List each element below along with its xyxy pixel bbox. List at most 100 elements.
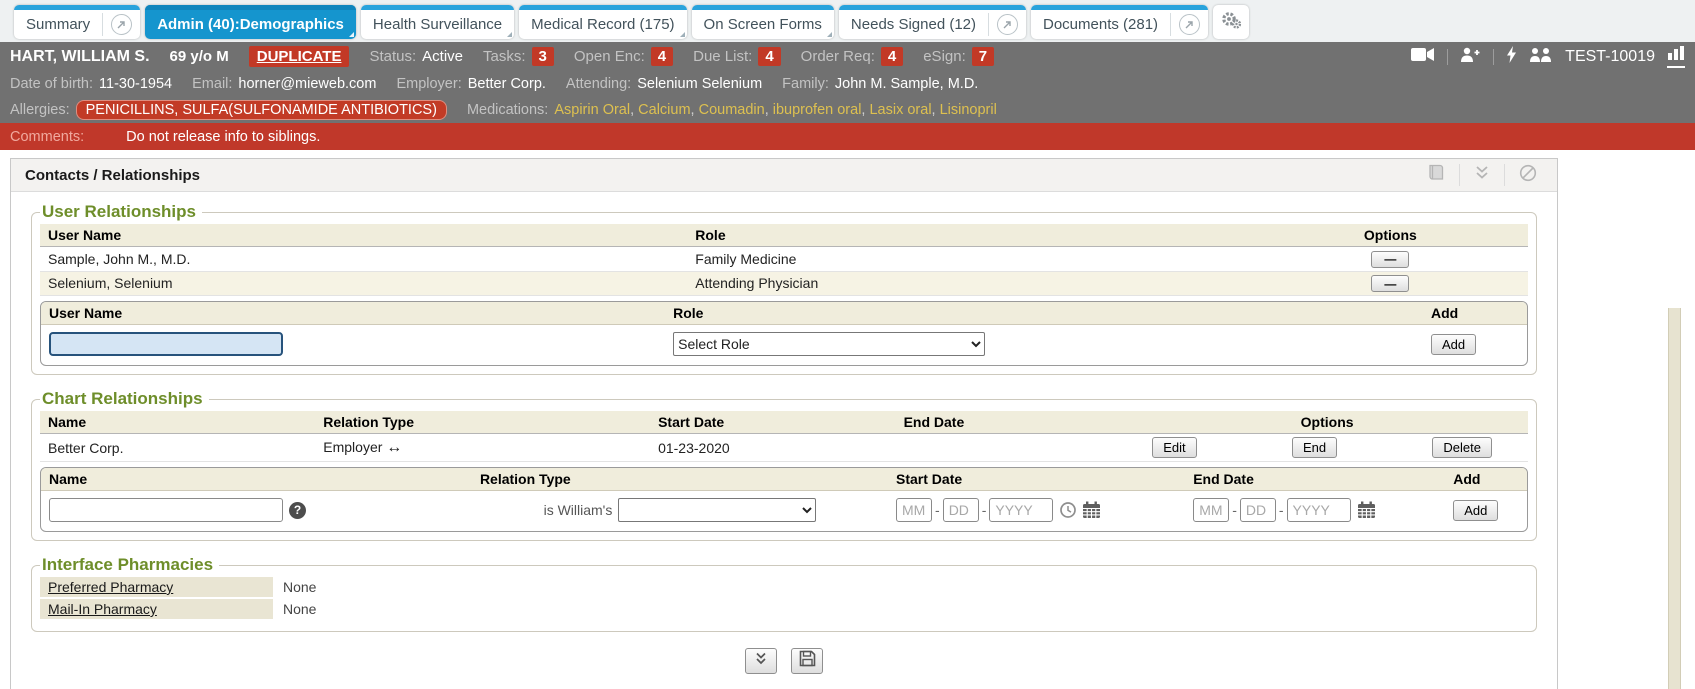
tab-summary-popout[interactable] [103,5,140,39]
tab-needs-signed-popout[interactable] [989,5,1026,39]
save-button[interactable] [791,648,823,674]
tab-admin-demographics[interactable]: Admin (40):Demographics [145,5,356,39]
family-label: Family: [782,76,829,92]
tab-on-screen-forms-label: On Screen Forms [692,5,834,39]
book-icon [1426,164,1445,186]
bidirectional-arrow-icon: ↔ [386,439,402,456]
order-req-count-badge[interactable]: 4 [881,47,903,66]
collapse-section-button[interactable] [1460,161,1504,189]
end-year-input[interactable] [1287,498,1351,522]
patient-age-sex: 69 y/o M [170,48,229,65]
chart-relationships-table: Name Relation Type Start Date End Date O… [40,411,1528,462]
open-enc-count-badge[interactable]: 4 [651,47,673,66]
calendar-icon[interactable] [1357,501,1376,519]
email-value: horner@mieweb.com [238,76,376,92]
right-collapse-strip[interactable] [1668,308,1681,689]
medication-link[interactable]: Lisinopril [940,102,997,118]
start-month-input[interactable] [896,498,932,522]
add-chart-relationship-button[interactable]: Add [1453,500,1498,521]
user-relationships-section: User Relationships User Name Role Option… [31,202,1537,375]
tab-health-surveillance[interactable]: Health Surveillance [361,5,514,39]
medication-link[interactable]: Lasix oral [869,102,931,118]
mail-in-pharmacy-label[interactable]: Mail-In Pharmacy [40,599,273,619]
start-day-input[interactable] [943,498,979,522]
tasks-count-badge[interactable]: 3 [532,47,554,66]
lightning-icon[interactable] [1506,46,1517,67]
duplicate-badge[interactable]: DUPLICATE [249,46,350,67]
chart-id[interactable]: TEST-10019 [1565,48,1655,66]
remove-relationship-button[interactable]: — [1371,275,1409,292]
end-relationship-button[interactable]: End [1292,437,1337,458]
relationship-name-input[interactable] [49,498,283,522]
double-chevron-down-icon [1474,165,1490,185]
edit-relationship-button[interactable]: Edit [1152,437,1196,458]
tab-health-label: Health Surveillance [361,5,514,39]
external-link-icon [111,14,132,35]
tab-bar: Summary Admin (40):Demographics Health S… [0,0,1695,42]
medication-link[interactable]: Calcium [638,102,690,118]
tab-documents[interactable]: Documents (281) [1031,5,1208,39]
list-item: Preferred Pharmacy None [40,577,1528,597]
expand-all-button[interactable] [745,648,777,674]
bar-chart-icon[interactable] [1667,46,1685,68]
col-relation-type: Relation Type [472,468,888,491]
col-name: Name [41,468,472,491]
relation-type-select[interactable] [618,498,816,522]
preferred-pharmacy-label[interactable]: Preferred Pharmacy [40,577,273,597]
medication-link[interactable]: ibuprofen oral [773,102,862,118]
interface-pharmacies-title: Interface Pharmacies [40,555,219,575]
disable-section-button[interactable] [1505,160,1551,191]
end-day-input[interactable] [1240,498,1276,522]
tasks-label: Tasks: [483,48,526,65]
calendar-icon[interactable] [1082,501,1101,519]
role-cell: Attending Physician [687,271,1252,296]
open-enc-label: Open Enc: [574,48,645,65]
block-icon [1519,164,1537,187]
user-name-input[interactable] [49,332,283,356]
tab-summary[interactable]: Summary [14,5,140,39]
remove-relationship-button[interactable]: — [1371,251,1409,268]
add-user-relationship-button[interactable]: Add [1431,334,1476,355]
user-name-cell: Selenium, Selenium [40,271,687,296]
print-document-button[interactable] [1412,160,1459,190]
due-list-count-badge[interactable]: 4 [758,47,780,66]
relationship-name-cell: Better Corp. [40,434,315,462]
allergies-label: Allergies: [10,102,70,118]
double-chevron-down-icon [754,652,768,670]
dob-value: 11-30-1954 [99,76,172,92]
esign-count-badge[interactable]: 7 [972,47,994,66]
tab-needs-signed[interactable]: Needs Signed (12) [839,5,1026,39]
divider [1493,49,1494,65]
allergies-medications-bar: Allergies: PENICILLINS, SULFA(SULFONAMID… [0,96,1695,123]
allergy-badge[interactable]: PENICILLINS, SULFA(SULFONAMIDE ANTIBIOTI… [76,100,447,120]
add-person-icon[interactable] [1460,47,1481,66]
table-row: Sample, John M., M.D. Family Medicine — [40,247,1528,272]
tab-medical-record[interactable]: Medical Record (175) [519,5,686,39]
settings-button[interactable] [1213,5,1249,39]
col-start-date: Start Date [650,411,896,434]
tab-on-screen-forms[interactable]: On Screen Forms [692,5,834,39]
medication-link[interactable]: Aspirin Oral [554,102,630,118]
employer-value: Better Corp. [468,76,546,92]
people-icon[interactable] [1529,47,1553,66]
video-camera-icon[interactable] [1411,47,1435,66]
page-body: Contacts / Relationships [0,150,1695,689]
comments-label: Comments: [10,129,84,145]
role-select[interactable]: Select Role [673,332,985,356]
clock-icon[interactable] [1059,501,1077,519]
due-list-label: Due List: [693,48,752,65]
dob-label: Date of birth: [10,76,93,92]
medication-link[interactable]: Coumadin [699,102,765,118]
end-month-input[interactable] [1193,498,1229,522]
preferred-pharmacy-value: None [273,577,326,597]
external-link-icon [997,14,1018,35]
start-year-input[interactable] [989,498,1053,522]
possessive-text: is William's [544,502,613,518]
external-link-icon [1179,14,1200,35]
help-icon[interactable]: ? [289,502,306,519]
delete-relationship-button[interactable]: Delete [1432,437,1492,458]
comments-bar: Comments: Do not release info to sibling… [0,123,1695,150]
tab-documents-popout[interactable] [1171,5,1208,39]
user-relationships-table: User Name Role Options Sample, John M., … [40,224,1528,296]
save-floppy-icon [799,650,816,672]
